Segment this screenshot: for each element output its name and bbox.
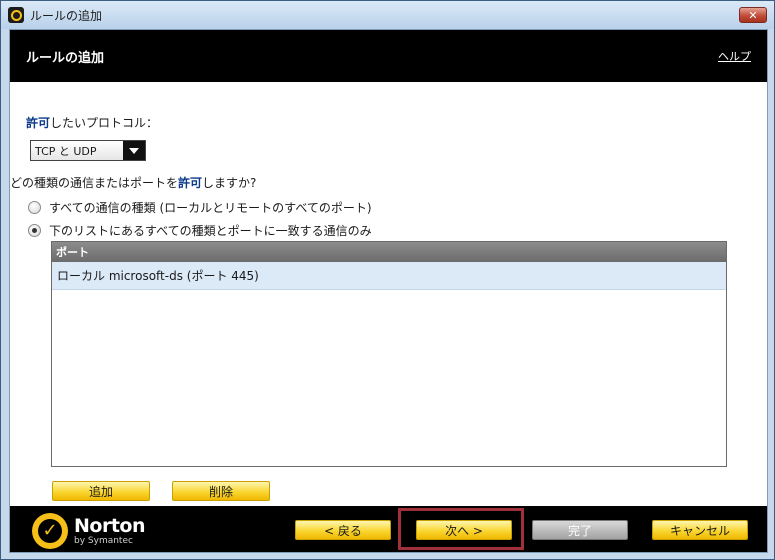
chevron-down-icon	[129, 147, 139, 154]
cancel-button[interactable]: キャンセル	[652, 520, 748, 540]
radio-matching-traffic-label: 下のリストにあるすべての種類とポートに一致する通信のみ	[49, 224, 372, 238]
close-icon: ✕	[748, 8, 758, 22]
traffic-question: どの種類の通信またはポートを許可しますか?	[10, 174, 256, 191]
protocol-label-text: したいプロトコル：	[50, 116, 159, 130]
back-button[interactable]: < 戻る	[295, 520, 391, 540]
question-emphasis: 許可	[178, 176, 203, 190]
add-rule-window: ルールの追加 ✕ ルールの追加 ヘルプ 許可したいプロトコル： TCP と UD…	[0, 0, 775, 560]
norton-check-icon: ✓	[32, 513, 68, 549]
norton-app-icon	[8, 7, 24, 23]
dialog-content: 許可したいプロトコル： TCP と UDP どの種類の通信またはポートを許可しま…	[10, 82, 767, 506]
protocol-dropdown[interactable]: TCP と UDP	[30, 140, 146, 161]
window-title: ルールの追加	[30, 8, 103, 23]
help-link[interactable]: ヘルプ	[718, 48, 751, 64]
dialog-header: ルールの追加 ヘルプ	[10, 30, 767, 82]
radio-matching-traffic-circle[interactable]	[28, 224, 41, 237]
radio-all-traffic-circle[interactable]	[28, 201, 41, 214]
page-title: ルールの追加	[26, 50, 105, 66]
question-text-after: しますか?	[202, 176, 257, 190]
norton-logo: ✓ Norton by Symantec	[32, 513, 146, 549]
dialog-footer: ✓ Norton by Symantec < 戻る 次へ > 完了 キャンセル	[10, 506, 767, 552]
radio-all-traffic-label: すべての通信の種類 (ローカルとリモートのすべてのポート)	[49, 201, 372, 215]
radio-all-traffic[interactable]: すべての通信の種類 (ローカルとリモートのすべてのポート)	[28, 199, 372, 216]
dialog-client: ルールの追加 ヘルプ 許可したいプロトコル： TCP と UDP どの種類の通信…	[9, 29, 768, 553]
protocol-selected-value: TCP と UDP	[31, 141, 123, 160]
delete-port-button[interactable]: 削除	[172, 481, 270, 501]
finish-button[interactable]: 完了	[532, 520, 628, 540]
port-list-header: ポート	[52, 242, 726, 262]
title-bar[interactable]: ルールの追加 ✕	[1, 1, 774, 29]
brand-name: Norton	[74, 515, 146, 537]
next-button[interactable]: 次へ >	[416, 520, 512, 540]
port-list-item[interactable]: ローカル microsoft-ds (ポート 445)	[52, 262, 726, 290]
question-text-before: どの種類の通信またはポートを	[10, 176, 179, 190]
protocol-label: 許可したいプロトコル：	[26, 114, 158, 131]
protocol-label-emphasis: 許可	[26, 116, 51, 130]
dropdown-arrow[interactable]	[123, 141, 145, 160]
brand-subtitle: by Symantec	[74, 536, 133, 546]
add-port-button[interactable]: 追加	[52, 481, 150, 501]
port-list[interactable]: ポート ローカル microsoft-ds (ポート 445)	[51, 241, 727, 467]
close-button[interactable]: ✕	[739, 7, 767, 23]
radio-matching-traffic[interactable]: 下のリストにあるすべての種類とポートに一致する通信のみ	[28, 222, 372, 239]
